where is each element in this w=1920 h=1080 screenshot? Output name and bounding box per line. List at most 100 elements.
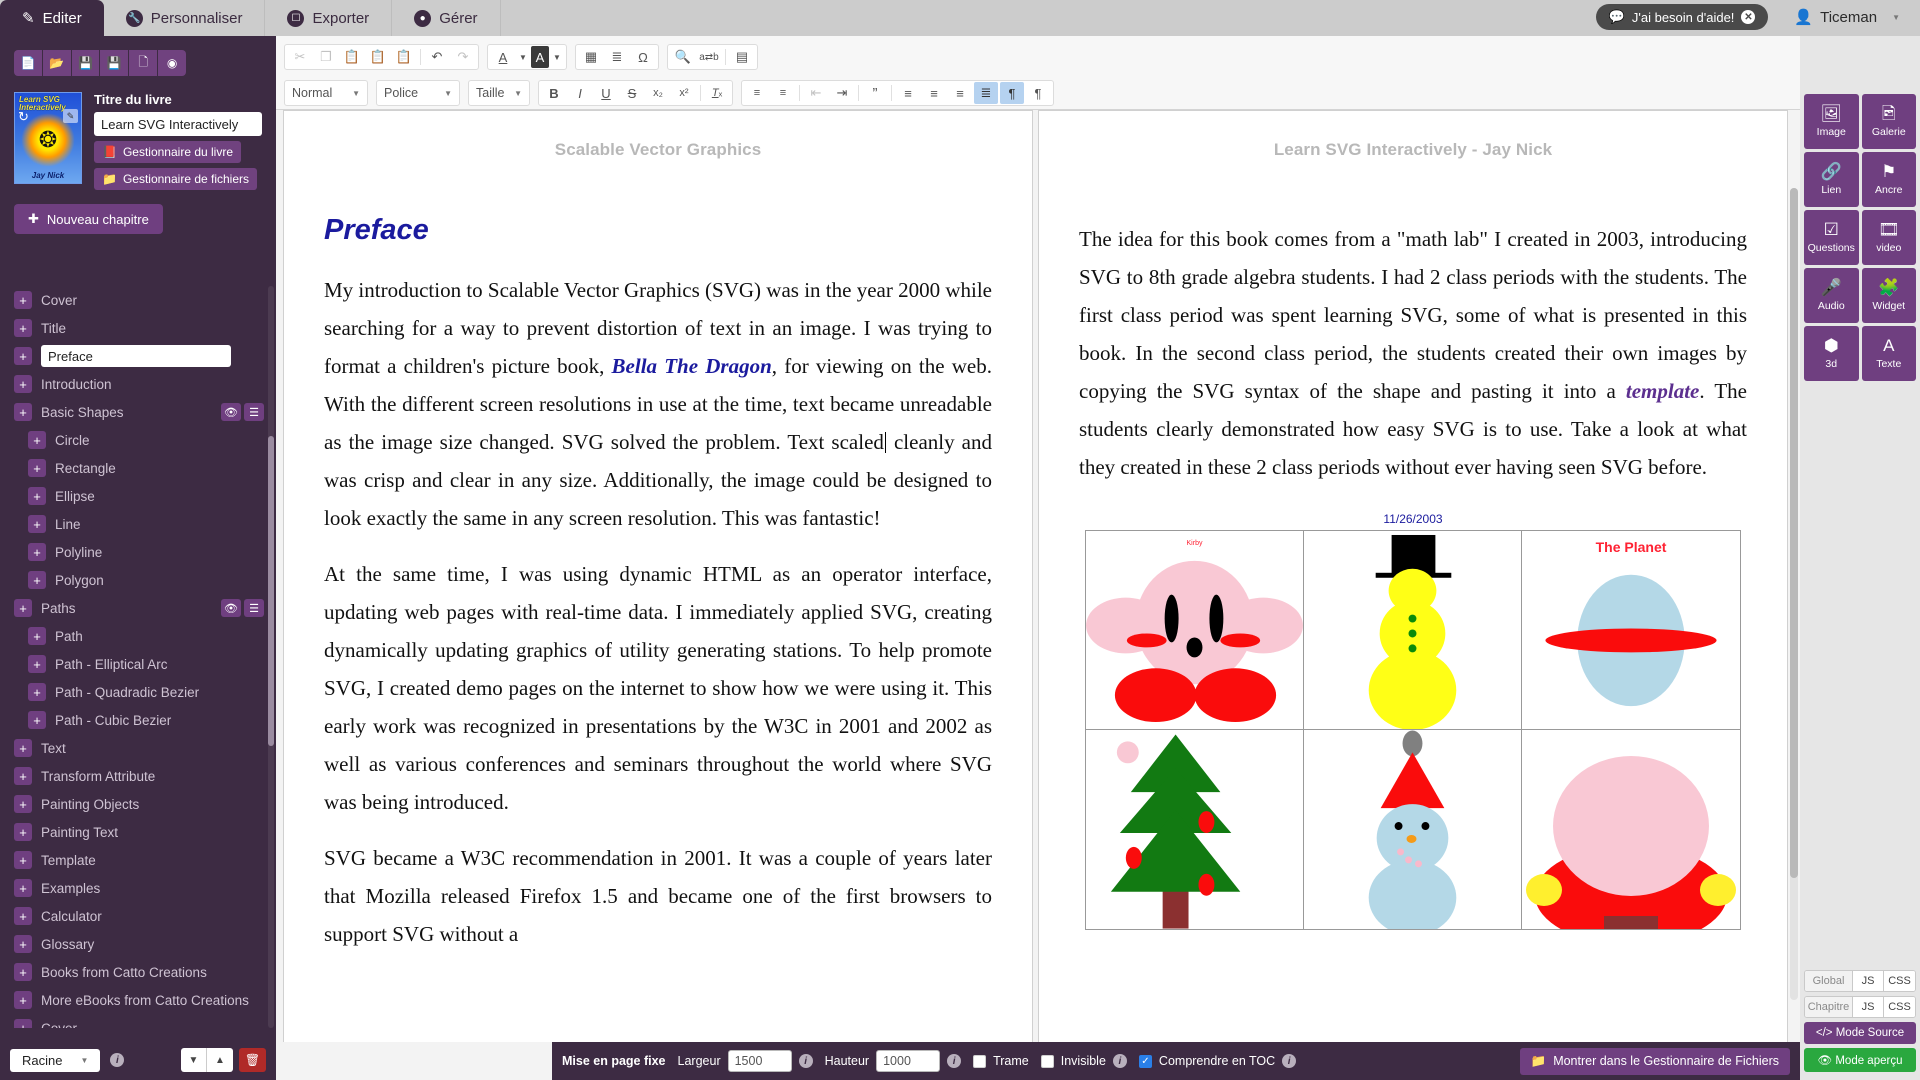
save-icon[interactable]: 💾 [71,50,101,76]
open-folder-icon[interactable]: 📂 [42,50,72,76]
expand-plus-icon[interactable]: + [28,655,46,673]
invisible-checkbox-group[interactable]: Invisible i [1040,1054,1127,1068]
numbered-list-icon[interactable]: ≡ [745,82,769,104]
insert-3d-button[interactable]: ⬢ 3d [1804,326,1859,381]
info-icon[interactable]: i [110,1053,125,1067]
insert-image-button[interactable]: 🖼 Image [1804,94,1859,149]
export-pdf-icon[interactable]: 🗋 [129,50,159,76]
new-file-icon[interactable]: 📄 [14,50,43,76]
chevron-down-icon[interactable]: ▼ [551,46,563,68]
mode-source-button[interactable]: </> Mode Source [1804,1022,1916,1044]
book-title-input[interactable] [94,112,262,136]
blockquote-icon[interactable]: ” [863,82,887,104]
edit-cover-icon[interactable]: ✎ [63,109,78,123]
height-input[interactable] [876,1050,941,1072]
menu-hamburger-icon[interactable]: ☰ [244,599,264,617]
align-center-icon[interactable]: ≡ [922,82,946,104]
grid-checkbox-group[interactable]: Trame [973,1054,1029,1068]
expand-plus-icon[interactable]: + [14,767,32,785]
help-button[interactable]: 💬 J'ai besoin d'aide! ✕ [1595,4,1769,30]
cut-icon[interactable]: ✂ [288,46,312,68]
tree-item-examples[interactable]: + Examples [0,874,276,902]
insert-ancre-button[interactable]: ⚑ Ancre [1861,152,1916,207]
tab-exporter[interactable]: ☐ Exporter [265,0,393,36]
font-size-select[interactable]: Taille ▼ [468,80,530,106]
root-select[interactable]: Racine ▼ [10,1048,101,1072]
grid-checkbox[interactable] [973,1054,987,1068]
expand-plus-icon[interactable]: + [28,431,46,449]
paragraph-format-select[interactable]: Normal ▼ [284,80,368,106]
expand-plus-icon[interactable]: + [14,907,32,925]
paragraph[interactable]: My introduction to Scalable Vector Graph… [324,271,992,537]
close-icon[interactable]: ✕ [1741,10,1756,24]
tree-item-line[interactable]: + Line [0,510,276,538]
expand-plus-icon[interactable]: + [14,879,32,897]
publish-icon[interactable]: ◉ [158,50,186,76]
insert-galerie-button[interactable]: 🖻 Galerie [1861,94,1916,149]
insert-audio-button[interactable]: 🎤 Audio [1804,268,1859,323]
move-down-button[interactable]: ▼ [181,1048,207,1072]
tree-item-glossary[interactable]: + Glossary [0,930,276,958]
bold-icon[interactable]: B [542,82,566,104]
info-icon[interactable]: i [1112,1054,1127,1068]
horizontal-rule-icon[interactable]: ≣ [605,46,629,68]
document-scrollbar-thumb[interactable] [1790,188,1798,878]
expand-plus-icon[interactable]: + [14,851,32,869]
user-menu[interactable]: 👤 Ticeman ▼ [1794,8,1900,27]
mode-preview-button[interactable]: 👁 Mode aperçu [1804,1048,1916,1072]
tree-item-text[interactable]: + Text [0,734,276,762]
undo-icon[interactable]: ↶ [425,46,449,68]
tree-item-preface[interactable]: + [0,342,276,370]
tree-item-books-from-catto-creations[interactable]: + Books from Catto Creations [0,958,276,986]
global-js-button[interactable]: JS [1853,971,1884,991]
tree-item-polygon[interactable]: + Polygon [0,566,276,594]
tree-item-path-elliptical-arc[interactable]: + Path - Elliptical Arc [0,650,276,678]
sidebar-scrollbar[interactable] [268,286,274,1028]
expand-plus-icon[interactable]: + [28,459,46,477]
superscript-icon[interactable]: x² [672,82,696,104]
invisible-checkbox[interactable] [1040,1054,1054,1068]
visibility-eye-icon[interactable]: 👁 [221,599,241,617]
text-color-icon[interactable]: A [491,46,515,68]
ltr-direction-icon[interactable]: ¶ [1000,82,1024,104]
expand-plus-icon[interactable]: + [28,683,46,701]
tree-item-transform-attribute[interactable]: + Transform Attribute [0,762,276,790]
paste-icon[interactable]: 📋 [340,46,364,68]
rtl-direction-icon[interactable]: ¶ [1026,82,1050,104]
replace-icon[interactable]: a⇄b [697,46,721,68]
insert-questions-button[interactable]: ☑ Questions [1804,210,1859,265]
copy-icon[interactable]: ❐ [314,46,338,68]
tab-editer[interactable]: ✎ Editer [0,0,104,36]
info-icon[interactable]: i [798,1054,813,1068]
page-body-right[interactable]: The idea for this book comes from a "mat… [1039,160,1787,930]
redo-icon[interactable]: ↷ [451,46,475,68]
document-scroll-area[interactable]: Scalable Vector Graphics Preface My intr… [276,110,1800,1042]
chapter-name-input[interactable] [41,345,231,367]
tree-item-path[interactable]: + Path [0,622,276,650]
expand-plus-icon[interactable]: + [28,487,46,505]
expand-plus-icon[interactable]: + [28,627,46,645]
expand-plus-icon[interactable]: + [14,347,32,365]
expand-plus-icon[interactable]: + [14,739,32,757]
info-icon[interactable]: i [1282,1054,1297,1068]
book-cover-thumbnail[interactable]: Learn SVG Interactively ❂ Jay Nick ↻ ✎ [14,92,82,184]
expand-plus-icon[interactable]: + [14,291,32,309]
tree-item-ellipse[interactable]: + Ellipse [0,482,276,510]
toc-checkbox-group[interactable]: ✓ Comprendre en TOC i [1138,1054,1297,1068]
special-char-icon[interactable]: Ω [631,46,655,68]
file-manager-button[interactable]: 📁 Gestionnaire de fichiers [94,168,258,190]
search-icon[interactable]: 🔍 [671,46,695,68]
expand-plus-icon[interactable]: + [28,571,46,589]
expand-plus-icon[interactable]: + [28,515,46,533]
show-blocks-icon[interactable]: ▤ [730,46,754,68]
tree-item-circle[interactable]: + Circle [0,426,276,454]
document-page-left[interactable]: Scalable Vector Graphics Preface My intr… [283,110,1033,1042]
underline-icon[interactable]: U [594,82,618,104]
expand-plus-icon[interactable]: + [14,935,32,953]
expand-plus-icon[interactable]: + [14,319,32,337]
visibility-eye-icon[interactable]: 👁 [221,403,241,421]
tab-personnaliser[interactable]: 🔧 Personnaliser [104,0,266,36]
tree-item-template[interactable]: + Template [0,846,276,874]
tree-item-paths[interactable]: + Paths 👁 ☰ [0,594,276,622]
table-icon[interactable]: ▦ [579,46,603,68]
